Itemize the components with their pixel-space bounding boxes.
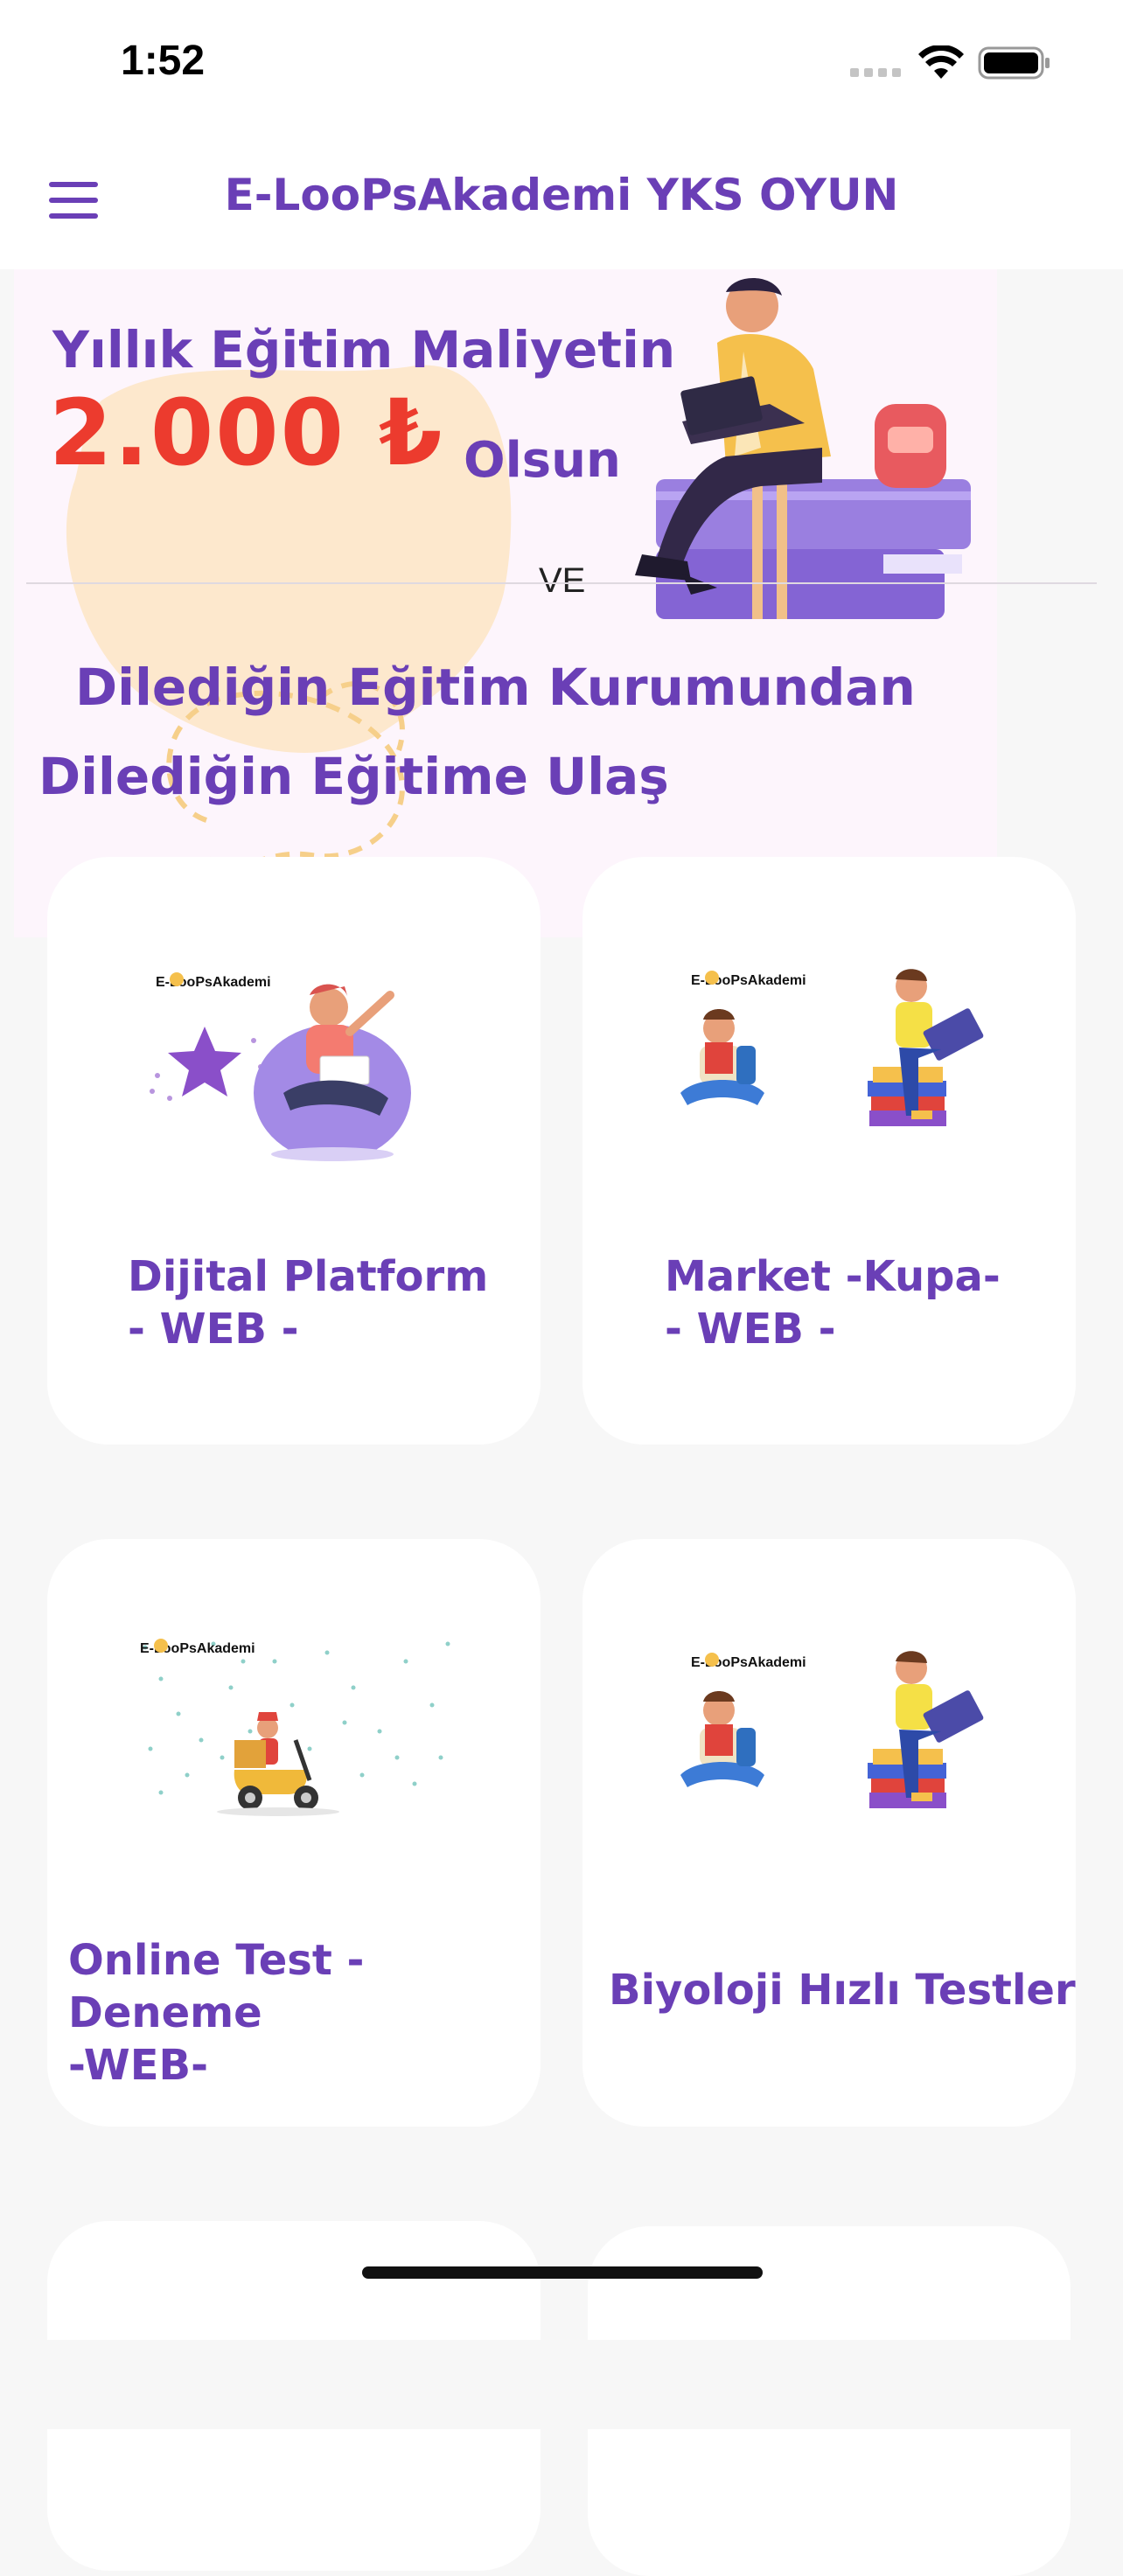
bottom-safe-area — [0, 2340, 1123, 2429]
card-label: Market -Kupa- - WEB - — [665, 1252, 1001, 1354]
page-title: E-LooPsAkademi YKS OYUN — [224, 170, 899, 220]
students-reading-illustration: E-LooPsAkademi — [680, 1651, 984, 1808]
card-online-test[interactable]: E-LooPsAkademi Online Test - Deneme -WEB… — [47, 1539, 541, 2127]
banner-subline-2: Dilediğin Eğitime Ulaş — [38, 747, 669, 806]
home-indicator[interactable] — [362, 2266, 763, 2279]
banner-separator-text: VE — [539, 561, 586, 600]
card-biyoloji-hizli-testler[interactable]: E-LooPsAkademi Biyoloji Hızlı Testler — [582, 1539, 1076, 2127]
card-market-kupa[interactable]: E-LooPsAkademi Market -Kupa- - WEB - — [582, 857, 1076, 1445]
card-label: Dijital Platform - WEB - — [128, 1252, 489, 1354]
battery-icon — [978, 46, 1050, 80]
student-laptop-illustration: E-LooPsAkademi — [150, 972, 411, 1161]
cellular-signal-icon — [850, 68, 901, 77]
banner-price: 2.000 ₺ — [49, 379, 444, 486]
wifi-icon — [918, 45, 964, 79]
status-time: 1:52 — [121, 38, 206, 84]
banner-headline: Yıllık Eğitim Maliyetin — [52, 320, 676, 379]
card-label: Biyoloji Hızlı Testler — [609, 1966, 1076, 2015]
status-bar: 1:52 — [0, 0, 1123, 131]
app-header: E-LooPsAkademi YKS OYUN — [0, 131, 1123, 269]
banner-divider — [26, 582, 1097, 584]
promo-banner: Yıllık Eğitim Maliyetin 2.000 ₺ Olsun VE… — [14, 269, 997, 937]
students-reading-illustration: E-LooPsAkademi — [680, 969, 984, 1126]
banner-headline-suffix: Olsun — [464, 432, 621, 489]
scooter-delivery-illustration: E-LooPsAkademi — [138, 1630, 453, 1816]
student-on-books-illustration — [635, 277, 971, 619]
card-label: Online Test - Deneme -WEB- — [68, 1936, 365, 2090]
banner-subline-1: Dilediğin Eğitim Kurumundan — [75, 658, 916, 717]
card-dijital-platform[interactable]: E-LooPsAkademi Dijital Platform - WEB - — [47, 857, 541, 1445]
